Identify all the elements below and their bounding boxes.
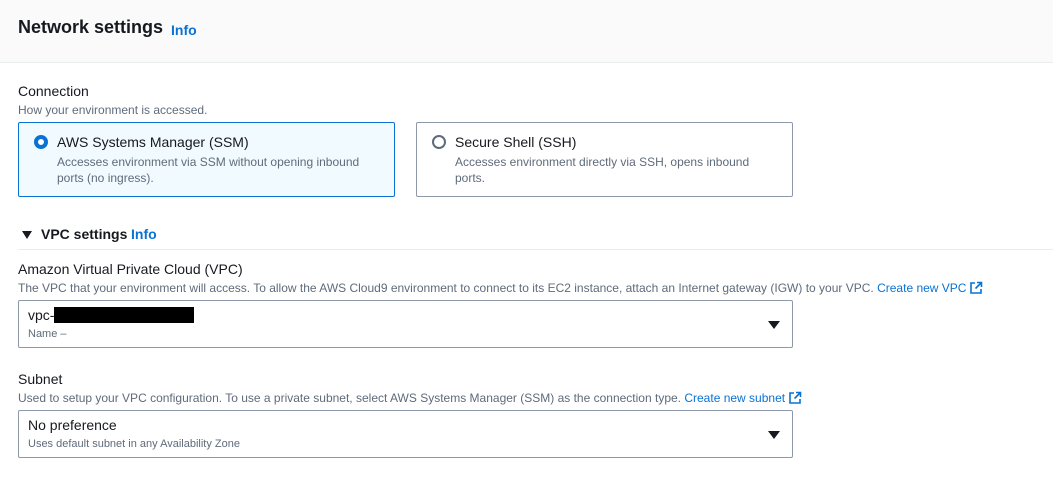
vpc-settings-toggle[interactable] bbox=[22, 226, 32, 242]
subnet-select[interactable]: No preference Uses default subnet in any… bbox=[18, 410, 793, 458]
subnet-select-value: No preference bbox=[28, 417, 117, 433]
vpc-select[interactable]: vpc- Name – bbox=[18, 300, 793, 348]
vpc-settings-title[interactable]: VPC settings bbox=[41, 226, 127, 242]
create-vpc-link-label[interactable]: Create new VPC bbox=[877, 281, 966, 295]
connection-option-ssm[interactable]: AWS Systems Manager (SSM) Accesses envir… bbox=[18, 122, 395, 197]
create-subnet-link-label[interactable]: Create new subnet bbox=[684, 391, 785, 405]
ssm-option-title: AWS Systems Manager (SSM) bbox=[57, 134, 249, 150]
header-info-link[interactable]: Info bbox=[171, 22, 197, 38]
container-header: Network settings Info bbox=[0, 0, 1053, 63]
ssm-option-description: Accesses environment via SSM without ope… bbox=[57, 155, 360, 185]
create-vpc-link[interactable]: Create new VPC bbox=[877, 281, 983, 295]
connection-label: Connection bbox=[18, 83, 89, 99]
vpc-settings-info-link[interactable]: Info bbox=[131, 226, 157, 242]
subnet-select-sub: Uses default subnet in any Availability … bbox=[28, 438, 240, 450]
ssh-radio[interactable] bbox=[432, 135, 446, 149]
ssh-option-title: Secure Shell (SSH) bbox=[455, 134, 577, 150]
ssh-option-description: Accesses environment directly via SSH, o… bbox=[455, 155, 750, 185]
subnet-description: Used to setup your VPC configuration. To… bbox=[18, 391, 802, 405]
vpc-select-value: vpc- bbox=[28, 307, 195, 323]
ssm-radio[interactable] bbox=[34, 135, 48, 149]
page-title: Network settings bbox=[18, 17, 164, 37]
caret-down-icon bbox=[768, 321, 780, 329]
create-subnet-link[interactable]: Create new subnet bbox=[684, 391, 802, 405]
connection-option-ssh[interactable]: Secure Shell (SSH) Accesses environment … bbox=[416, 122, 793, 197]
connection-description: How your environment is accessed. bbox=[18, 103, 208, 117]
external-link-icon bbox=[789, 391, 802, 404]
vpc-id-prefix: vpc- bbox=[28, 307, 55, 323]
vpc-select-name: Name – bbox=[28, 328, 67, 340]
vpc-description: The VPC that your environment will acces… bbox=[18, 281, 983, 295]
external-link-icon bbox=[970, 281, 983, 294]
caret-down-icon bbox=[768, 431, 780, 439]
caret-down-icon bbox=[22, 231, 32, 239]
subnet-description-text: Used to setup your VPC configuration. To… bbox=[18, 391, 681, 405]
vpc-description-text: The VPC that your environment will acces… bbox=[18, 281, 874, 295]
vpc-label: Amazon Virtual Private Cloud (VPC) bbox=[18, 261, 243, 277]
section-divider bbox=[18, 249, 1053, 250]
redaction-block bbox=[54, 307, 195, 323]
subnet-label: Subnet bbox=[18, 371, 63, 387]
